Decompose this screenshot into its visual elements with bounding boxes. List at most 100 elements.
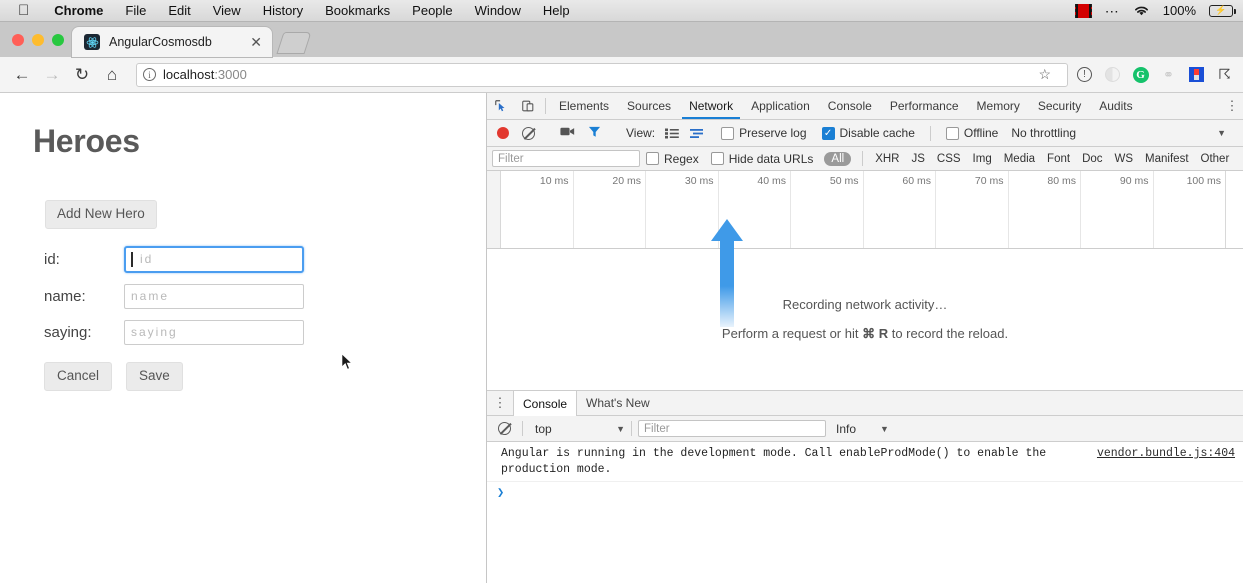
menubar-item-window[interactable]: Window	[464, 0, 532, 22]
resource-type-other[interactable]: Other	[1195, 153, 1236, 165]
camera-icon[interactable]	[560, 126, 575, 140]
minimize-window-button[interactable]	[32, 34, 44, 46]
exclamation-extension-icon[interactable]: !	[1076, 66, 1093, 83]
film-strip-icon[interactable]	[1075, 4, 1092, 18]
browser-tab[interactable]: AngularCosmosdb ✕	[72, 27, 272, 57]
preserve-log-checkbox[interactable]	[721, 127, 734, 140]
console-context-value: top	[535, 422, 552, 436]
console-context-select[interactable]: top ▼	[529, 422, 625, 436]
screenshot-root:  Chrome File Edit View History Bookmark…	[0, 0, 1243, 583]
add-new-hero-button[interactable]: Add New Hero	[45, 200, 157, 229]
resource-type-ws[interactable]: WS	[1109, 153, 1140, 165]
resource-type-all[interactable]: All	[824, 152, 851, 166]
offline-checkbox[interactable]	[946, 127, 959, 140]
saying-input[interactable]: saying	[124, 320, 304, 345]
faded-circle-extension-icon[interactable]	[1104, 66, 1121, 83]
menubar-item-chrome[interactable]: Chrome	[43, 0, 114, 22]
menubar-item-view[interactable]: View	[202, 0, 252, 22]
battery-charging-icon[interactable]: ⚡	[1209, 5, 1233, 17]
tab-elements[interactable]: Elements	[550, 93, 618, 119]
list-view-icon[interactable]	[665, 128, 679, 139]
inspect-element-icon[interactable]	[487, 93, 514, 119]
hide-data-urls-checkbox[interactable]	[711, 152, 724, 165]
grammarly-extension-icon[interactable]: G	[1132, 66, 1149, 83]
resource-type-xhr[interactable]: XHR	[869, 153, 905, 165]
id-input[interactable]: id	[124, 246, 304, 273]
network-filter-input[interactable]: Filter	[492, 150, 640, 167]
new-tab-icon[interactable]	[276, 32, 311, 54]
throttling-select[interactable]: No throttling	[1011, 126, 1076, 140]
console-filter-input[interactable]: Filter	[638, 420, 826, 437]
home-icon[interactable]: ⌂	[98, 61, 126, 89]
device-toolbar-icon[interactable]	[514, 93, 541, 119]
back-arrow-icon[interactable]: ←	[8, 61, 36, 89]
cancel-button[interactable]: Cancel	[44, 362, 112, 391]
console-message-source-link[interactable]: vendor.bundle.js:404	[1097, 446, 1235, 477]
address-bar[interactable]: i localhost:3000 ☆	[136, 63, 1068, 87]
tab-audits[interactable]: Audits	[1090, 93, 1141, 119]
drawer-tab-console[interactable]: Console	[513, 391, 577, 416]
devtools-panel: Elements Sources Network Application Con…	[487, 93, 1243, 583]
clear-icon[interactable]	[522, 127, 535, 140]
resource-type-js[interactable]: JS	[905, 153, 930, 165]
resource-type-css[interactable]: CSS	[931, 153, 967, 165]
resource-type-manifest[interactable]: Manifest	[1139, 153, 1194, 165]
disable-cache-checkbox[interactable]: ✓	[822, 127, 835, 140]
offline-toggle[interactable]: Offline	[946, 126, 998, 140]
tab-application[interactable]: Application	[742, 93, 819, 119]
waterfall-view-icon[interactable]	[690, 128, 704, 139]
chevron-down-icon[interactable]: ▼	[1217, 128, 1226, 138]
chevron-down-icon[interactable]: ▼	[880, 424, 889, 434]
colorful-extension-icon[interactable]	[1188, 66, 1205, 83]
tick-label: 90 ms	[1120, 175, 1149, 187]
console-prompt[interactable]: ❯	[487, 482, 1243, 503]
close-icon[interactable]: ✕	[246, 35, 266, 49]
hide-data-urls-label: Hide data URLs	[729, 152, 814, 166]
regex-toggle[interactable]: Regex	[646, 152, 699, 166]
regex-checkbox[interactable]	[646, 152, 659, 165]
tick-label: 40 ms	[757, 175, 786, 187]
chevron-down-icon[interactable]: ▼	[616, 424, 625, 434]
reload-icon[interactable]: ↻	[68, 61, 96, 89]
resource-type-media[interactable]: Media	[998, 153, 1041, 165]
menubar-item-edit[interactable]: Edit	[157, 0, 201, 22]
funnel-icon[interactable]	[588, 126, 601, 141]
console-level-select[interactable]: Info ▼	[836, 422, 889, 436]
name-input[interactable]: name	[124, 284, 304, 309]
menubar-item-history[interactable]: History	[252, 0, 314, 22]
menubar-item-help[interactable]: Help	[532, 0, 581, 22]
tick-label: 30 ms	[685, 175, 714, 187]
tab-network[interactable]: Network	[680, 93, 742, 119]
profile-extension-icon[interactable]: ☈	[1216, 66, 1233, 83]
save-button[interactable]: Save	[126, 362, 183, 391]
kebab-menu-icon[interactable]: ⋮	[1221, 93, 1243, 119]
kebab-menu-icon[interactable]: ⋮	[487, 391, 513, 415]
apple-icon[interactable]: 	[18, 3, 29, 18]
hide-data-urls-toggle[interactable]: Hide data URLs	[711, 152, 814, 166]
disable-cache-toggle[interactable]: ✓ Disable cache	[822, 126, 915, 140]
network-timeline-ruler[interactable]: 10 ms 20 ms 30 ms 40 ms 50 ms 60 ms 70 m…	[487, 171, 1243, 249]
record-button-icon[interactable]	[497, 127, 509, 139]
menubar-item-bookmarks[interactable]: Bookmarks	[314, 0, 401, 22]
tab-sources[interactable]: Sources	[618, 93, 680, 119]
resource-type-font[interactable]: Font	[1041, 153, 1076, 165]
menubar-item-people[interactable]: People	[401, 0, 463, 22]
page-info-icon[interactable]: i	[143, 68, 156, 81]
preserve-log-toggle[interactable]: Preserve log	[721, 126, 806, 140]
form-row-saying: saying: saying	[44, 320, 486, 345]
tab-console[interactable]: Console	[819, 93, 881, 119]
tree-extension-icon[interactable]: ⚭	[1160, 66, 1177, 83]
tab-memory[interactable]: Memory	[968, 93, 1029, 119]
tab-security[interactable]: Security	[1029, 93, 1090, 119]
resource-type-img[interactable]: Img	[967, 153, 998, 165]
resource-type-doc[interactable]: Doc	[1076, 153, 1108, 165]
menubar-item-file[interactable]: File	[114, 0, 157, 22]
wifi-icon[interactable]	[1133, 4, 1150, 17]
drawer-tab-whats-new[interactable]: What's New	[577, 391, 659, 415]
close-window-button[interactable]	[12, 34, 24, 46]
tab-performance[interactable]: Performance	[881, 93, 968, 119]
clear-console-icon[interactable]	[498, 422, 511, 435]
star-icon[interactable]: ☆	[1038, 66, 1051, 83]
ellipsis-icon[interactable]: ⋯	[1105, 7, 1120, 15]
maximize-window-button[interactable]	[52, 34, 64, 46]
